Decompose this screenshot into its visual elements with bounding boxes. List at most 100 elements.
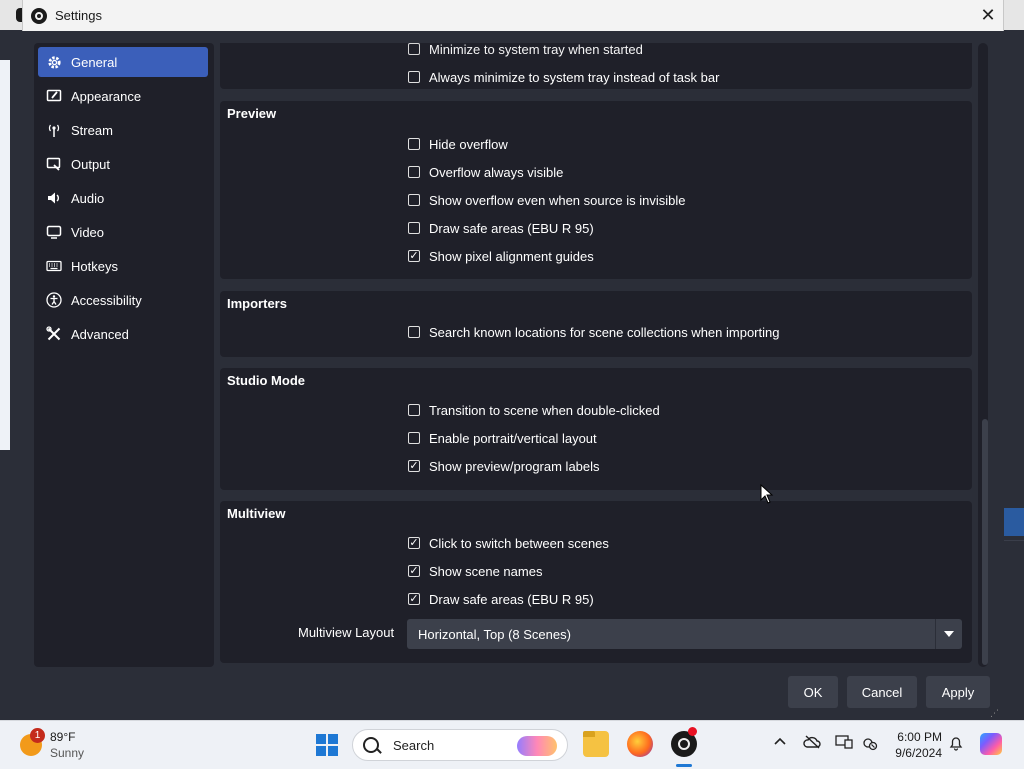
checkbox-row[interactable]: Show pixel alignment guides <box>408 246 594 266</box>
checkbox-row[interactable]: Hide overflow <box>408 134 508 154</box>
sidebar-item-stream[interactable]: Stream <box>38 115 208 145</box>
checkbox-label: Always minimize to system tray instead o… <box>429 69 720 85</box>
chevron-up-icon[interactable] <box>773 735 787 752</box>
checkbox[interactable] <box>408 222 420 234</box>
sidebar-item-label: General <box>71 54 118 70</box>
mouse-cursor-icon <box>760 484 774 504</box>
checkbox-label: Search known locations for scene collect… <box>429 324 780 340</box>
checkbox-row[interactable]: Search known locations for scene collect… <box>408 322 779 342</box>
firefox-icon[interactable] <box>627 731 653 757</box>
sidebar-item-label: Appearance <box>71 88 142 104</box>
checkbox-row[interactable]: Click to switch between scenes <box>408 533 609 553</box>
checkbox-checked[interactable] <box>408 460 420 472</box>
clock-time: 6:00 PM <box>897 730 942 744</box>
checkbox-row[interactable]: Show overflow even when source is invisi… <box>408 190 686 210</box>
gear-icon <box>45 53 63 71</box>
sidebar-item-general[interactable]: General <box>38 47 208 77</box>
checkbox-row[interactable]: Draw safe areas (EBU R 95) <box>408 218 594 238</box>
checkbox[interactable] <box>408 166 420 178</box>
sidebar-item-hotkeys[interactable]: Hotkeys <box>38 251 208 281</box>
cancel-button[interactable]: Cancel <box>847 676 917 708</box>
copilot-icon[interactable] <box>980 733 1002 755</box>
checkbox[interactable] <box>408 43 420 55</box>
sidebar-item-video[interactable]: Video <box>38 217 208 247</box>
checkbox-row[interactable]: Draw safe areas (EBU R 95) <box>408 589 594 609</box>
chevron-down-icon[interactable] <box>935 619 962 649</box>
checkbox-row[interactable]: Enable portrait/vertical layout <box>408 428 597 448</box>
checkbox[interactable] <box>408 71 420 83</box>
checkbox[interactable] <box>408 194 420 206</box>
sidebar-item-output[interactable]: Output <box>38 149 208 179</box>
sidebar-item-label: Advanced <box>71 326 129 342</box>
dropdown-value: Horizontal, Top (8 Scenes) <box>418 626 571 642</box>
checkbox-row[interactable]: Show preview/program labels <box>408 456 600 476</box>
monitor-icon <box>45 223 63 241</box>
sidebar-item-audio[interactable]: Audio <box>38 183 208 213</box>
onedrive-icon[interactable] <box>803 735 821 752</box>
window-title: Settings <box>55 8 102 23</box>
checkbox-row[interactable]: Show scene names <box>408 561 542 581</box>
checkbox-checked[interactable] <box>408 593 420 605</box>
studio-mode-section: Studio Mode Transition to scene when dou… <box>220 368 972 490</box>
sidebar-item-label: Audio <box>71 190 105 206</box>
close-icon[interactable]: ✕ <box>973 0 1003 31</box>
weather-condition: Sunny <box>50 746 85 760</box>
display-icon[interactable] <box>835 735 853 752</box>
sidebar-item-label: Output <box>71 156 111 172</box>
clock-date: 9/6/2024 <box>895 746 942 760</box>
search-placeholder: Search <box>393 737 435 753</box>
checkbox-label: Show pixel alignment guides <box>429 248 594 264</box>
checkbox[interactable] <box>408 404 420 416</box>
sidebar-item-accessibility[interactable]: Accessibility <box>38 285 208 315</box>
checkbox-row[interactable]: Minimize to system tray when started <box>408 43 643 59</box>
sidebar-item-label: Stream <box>71 122 113 138</box>
sidebar-item-label: Hotkeys <box>71 258 118 274</box>
checkbox-checked[interactable] <box>408 537 420 549</box>
weather-widget[interactable]: 1 89°F Sunny <box>20 728 85 761</box>
windows-start-icon[interactable] <box>316 734 338 756</box>
section-title: Preview <box>227 106 277 121</box>
sidebar-item-appearance[interactable]: Appearance <box>38 81 208 111</box>
search-icon <box>363 737 379 753</box>
bell-icon[interactable] <box>949 735 963 754</box>
background-window-left-edge <box>0 30 22 720</box>
scrollbar-thumb[interactable] <box>982 419 988 665</box>
multiview-layout-label: Multiview Layout <box>298 625 395 640</box>
sun-icon: 1 <box>20 728 45 756</box>
file-explorer-icon[interactable] <box>583 731 609 757</box>
checkbox-label: Click to switch between scenes <box>429 535 609 551</box>
tools-icon <box>45 325 63 343</box>
checkbox-row[interactable]: Overflow always visible <box>408 162 563 182</box>
section-title: Studio Mode <box>227 373 305 388</box>
section-title: Multiview <box>227 506 286 521</box>
background-titlebar-left <box>0 0 24 30</box>
checkbox-label: Transition to scene when double-clicked <box>429 402 660 418</box>
settings-dialog: General Appearance Stream Output Audio V… <box>22 31 1002 720</box>
appearance-icon <box>45 87 63 105</box>
windows-taskbar: 1 89°F Sunny Search 6:00 PM 9/6/2024 <box>0 720 1024 769</box>
taskbar-search-box[interactable]: Search <box>352 729 568 761</box>
network-icon[interactable] <box>862 735 878 754</box>
recording-indicator-icon <box>688 727 697 736</box>
apply-button[interactable]: Apply <box>926 676 990 708</box>
general-section: Minimize to system tray when started Alw… <box>220 43 972 89</box>
checkbox[interactable] <box>408 326 420 338</box>
checkbox-row[interactable]: Always minimize to system tray instead o… <box>408 67 719 87</box>
sidebar-item-label: Accessibility <box>71 292 142 308</box>
checkbox-checked[interactable] <box>408 250 420 262</box>
settings-content: Minimize to system tray when started Alw… <box>220 43 972 667</box>
ok-button[interactable]: OK <box>788 676 838 708</box>
background-titlebar-right <box>1002 0 1024 30</box>
taskbar-clock[interactable]: 6:00 PM 9/6/2024 <box>890 729 942 761</box>
checkbox-label: Enable portrait/vertical layout <box>429 430 597 446</box>
resize-grip-icon[interactable]: ⋰ <box>990 708 1000 718</box>
checkbox-label: Minimize to system tray when started <box>429 43 643 57</box>
sidebar-item-advanced[interactable]: Advanced <box>38 319 208 349</box>
checkbox-label: Show preview/program labels <box>429 458 600 474</box>
checkbox[interactable] <box>408 138 420 150</box>
multiview-layout-dropdown[interactable]: Horizontal, Top (8 Scenes) <box>407 619 962 649</box>
multiview-section: Multiview Click to switch between scenes… <box>220 501 972 663</box>
checkbox[interactable] <box>408 432 420 444</box>
checkbox-checked[interactable] <box>408 565 420 577</box>
checkbox-row[interactable]: Transition to scene when double-clicked <box>408 400 660 420</box>
